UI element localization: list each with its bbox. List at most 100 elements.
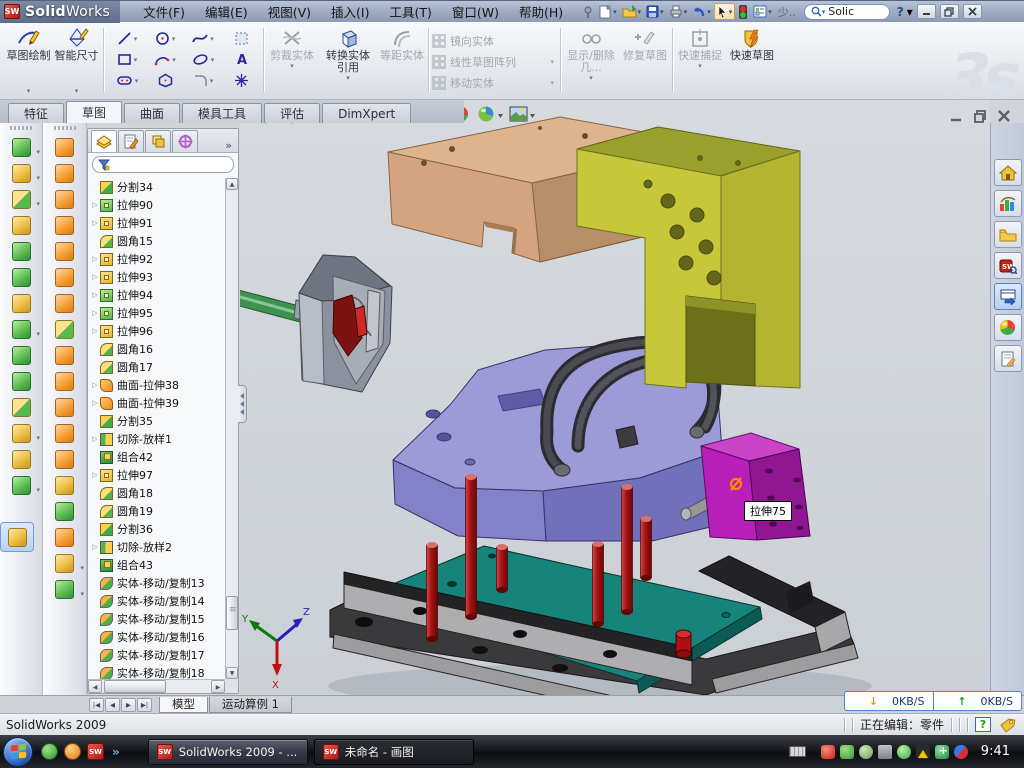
volume-icon[interactable] <box>878 745 892 759</box>
feature-tree-item[interactable]: ▷ 拉伸92 <box>90 250 225 268</box>
offset-entities-button[interactable]: 等距实体 <box>379 28 425 62</box>
menu-item[interactable]: 文件(F) <box>134 0 194 23</box>
custom-properties-icon[interactable] <box>994 345 1022 372</box>
feature-tree-item[interactable]: 实体-移动/复制17 <box>90 646 225 664</box>
feature-tree-item[interactable]: 圆角18 <box>90 484 225 502</box>
panel-chevron-icon[interactable]: » <box>225 139 232 152</box>
feature-tree-item[interactable]: 实体-移动/复制13 <box>90 574 225 592</box>
wireless-icon[interactable] <box>897 745 911 759</box>
new-document-button[interactable]: ▾ <box>597 4 619 20</box>
ribbon-tab[interactable]: 模具工具 <box>182 103 262 123</box>
menu-item[interactable]: 编辑(E) <box>196 0 257 23</box>
feature-tree-item[interactable]: 组合43 <box>90 556 225 574</box>
minimize-button[interactable] <box>917 4 936 19</box>
feature-tool-button[interactable] <box>0 264 42 290</box>
ellipse-icon[interactable]: ▾ <box>184 49 222 70</box>
vertical-scroll-thumb[interactable] <box>226 596 238 630</box>
prev-tab-icon[interactable]: ◀ <box>105 698 120 712</box>
scroll-down-icon[interactable]: ▼ <box>226 667 238 679</box>
surface-tool-button[interactable] <box>43 498 86 524</box>
restore-button[interactable] <box>940 4 959 19</box>
file-explorer-icon[interactable] <box>994 221 1022 248</box>
feature-tree-item[interactable]: 圆角16 <box>90 340 225 358</box>
surface-tool-button[interactable] <box>43 420 86 446</box>
options-button[interactable]: ▾ <box>751 4 774 19</box>
ribbon-tab[interactable]: 曲面 <box>124 103 180 123</box>
feature-tree-item[interactable]: 实体-移动/复制15 <box>90 610 225 628</box>
surface-tool-button[interactable] <box>43 472 86 498</box>
feature-tree-item[interactable]: 圆角17 <box>90 358 225 376</box>
smart-dimension-button[interactable]: 智能尺寸▾ <box>53 25 100 96</box>
menu-item[interactable]: 视图(V) <box>259 0 320 23</box>
arc-icon[interactable]: ▾ <box>146 49 184 70</box>
toolbar-grip[interactable] <box>54 126 76 130</box>
taskbar-window-button[interactable]: SW SolidWorks 2009 - ... <box>148 739 308 765</box>
appearances-scenes-icon[interactable] <box>994 314 1022 341</box>
rebuild-traffic-light-icon[interactable] <box>736 4 750 20</box>
updater-icon[interactable] <box>954 745 968 759</box>
help-button[interactable]: ? <box>895 5 906 19</box>
point-icon[interactable] <box>222 70 260 91</box>
text-icon[interactable]: A <box>222 49 260 70</box>
surface-tool-button[interactable] <box>43 524 86 550</box>
next-tab-icon[interactable]: ▶ <box>121 698 136 712</box>
menu-item[interactable]: 帮助(H) <box>510 0 572 23</box>
network-warning-icon[interactable] <box>916 745 930 759</box>
polygon-icon[interactable] <box>146 70 184 91</box>
ribbon-tab[interactable]: 评估 <box>264 103 320 123</box>
feature-tree-item[interactable]: 实体-移动/复制14 <box>90 592 225 610</box>
view-palette-icon[interactable] <box>994 283 1022 310</box>
slot-icon[interactable]: ▾ <box>108 70 146 91</box>
appearances-icon[interactable] <box>479 107 494 122</box>
security-shield-icon[interactable] <box>840 745 854 759</box>
quick-tips-help-icon[interactable]: ? <box>975 717 991 732</box>
tree-filter-input[interactable] <box>92 156 234 173</box>
keyboard-layout-icon[interactable] <box>789 746 806 757</box>
feature-tool-button[interactable] <box>0 394 42 420</box>
feature-tool-button[interactable]: ▾ <box>0 316 42 342</box>
model-tab[interactable]: 模型 <box>159 697 208 713</box>
trim-entities-button[interactable]: 剪裁实体▾ <box>267 28 317 71</box>
solidworks-quicklaunch-icon[interactable]: SW <box>87 743 104 760</box>
design-library-icon[interactable] <box>994 190 1022 217</box>
ribbon-tab[interactable]: 特征 <box>8 103 64 123</box>
panel-splitter-handle[interactable] <box>238 385 247 423</box>
toolbar-grip[interactable] <box>10 126 32 130</box>
feature-tree-item[interactable]: ▷ 曲面-拉伸38 <box>90 376 225 394</box>
scroll-left-icon[interactable]: ◀ <box>88 680 102 693</box>
scroll-right-icon[interactable]: ▶ <box>211 680 225 693</box>
surface-tool-button[interactable] <box>43 290 86 316</box>
feature-tool-button[interactable] <box>0 238 42 264</box>
apply-scene-icon[interactable] <box>510 107 527 121</box>
spline-icon[interactable]: ▾ <box>184 28 222 49</box>
antivirus-shield-icon[interactable] <box>821 745 835 759</box>
pattern-row[interactable]: 线性草图阵列 ▾ <box>432 51 554 72</box>
feature-tree-item[interactable]: 实体-移动/复制16 <box>90 628 225 646</box>
feature-tool-button[interactable] <box>0 290 42 316</box>
configurationmanager-tab[interactable] <box>145 130 171 152</box>
quicklaunch-overflow-icon[interactable]: » <box>112 745 120 759</box>
feature-tree-item[interactable]: 分割36 <box>90 520 225 538</box>
undo-button[interactable]: ▾ <box>690 4 713 19</box>
tree-vertical-scrollbar[interactable]: ▲ ▼ <box>225 178 238 679</box>
feature-tree-item[interactable]: ▷ 拉伸97 <box>90 466 225 484</box>
feature-tool-button[interactable] <box>0 212 42 238</box>
toolbar-overflow-label[interactable]: 少.. <box>778 4 796 20</box>
surface-tool-button[interactable]: ▾ <box>43 576 86 602</box>
selection-box-icon[interactable] <box>222 28 260 49</box>
sketch-fillet-icon[interactable]: ▾ <box>184 70 222 91</box>
display-delete-relations-button[interactable]: 显示/删除几...▾ <box>564 28 618 83</box>
rectangle-icon[interactable]: ▾ <box>108 49 146 70</box>
surface-tool-button[interactable] <box>43 134 86 160</box>
graphics-area[interactable]: Y Z X <box>240 100 990 695</box>
safety-plus-icon[interactable] <box>935 745 949 759</box>
feature-tree-item[interactable]: 组合42 <box>90 448 225 466</box>
feature-tool-button[interactable] <box>0 446 42 472</box>
media-quicklaunch-icon[interactable] <box>64 743 81 760</box>
surface-tool-button[interactable] <box>43 212 86 238</box>
convert-entities-button[interactable]: 转换实体引用▾ <box>321 28 375 83</box>
print-button[interactable]: ▾ <box>667 4 690 19</box>
propertymanager-tab[interactable] <box>118 130 144 152</box>
feature-tool-button[interactable] <box>0 522 34 552</box>
feature-tree-item[interactable]: 分割34 <box>90 178 225 196</box>
